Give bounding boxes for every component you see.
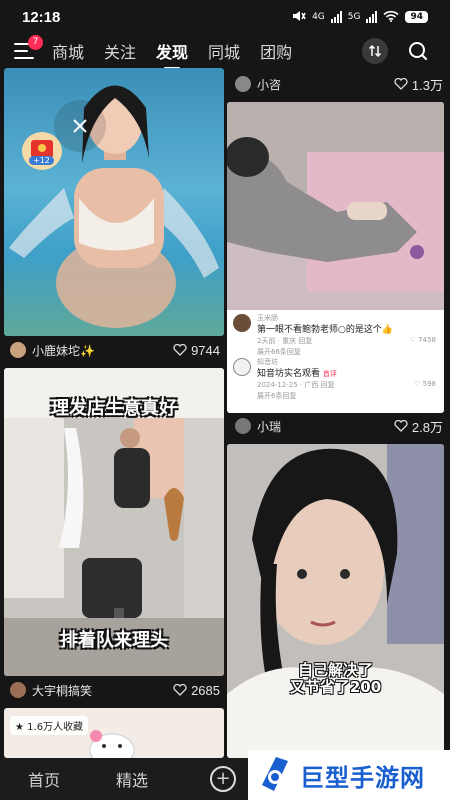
video-card[interactable]: +12 小鹿妹坨✨ 9744 bbox=[4, 68, 224, 366]
author-name[interactable]: 小咨 bbox=[257, 76, 281, 93]
avatar[interactable] bbox=[10, 342, 26, 358]
tab-group-buy[interactable]: 团购 bbox=[260, 39, 292, 63]
like-count[interactable]: 2.8万 bbox=[394, 417, 443, 436]
expand-replies[interactable]: 展开6条回复 bbox=[257, 391, 296, 401]
tab-discover[interactable]: 发现 bbox=[156, 39, 188, 69]
like-count[interactable]: 9744 bbox=[173, 343, 220, 358]
card-meta: 大宇桐搞笑 2685 bbox=[10, 676, 220, 704]
watermark-logo-icon bbox=[262, 757, 288, 791]
signal-icon-2 bbox=[366, 11, 378, 23]
comment-meta: 2024-12-25 · 广西 回复 bbox=[257, 381, 335, 389]
star-icon: ★ bbox=[15, 722, 24, 733]
network-5g-label: 5G bbox=[347, 12, 361, 22]
sort-toggle-icon[interactable] bbox=[362, 38, 388, 64]
video-thumbnail[interactable]: 自己解决了 又节省了200 bbox=[227, 444, 444, 758]
comment-likes[interactable]: ♡ 7458 bbox=[410, 336, 436, 344]
like-count[interactable]: 1.3万 bbox=[394, 75, 443, 94]
video-card[interactable]: 小咨 1.3万 玉米肠 第一眼不看鲍勃老师○的是这个👍 2天前 · 重庆 回复 … bbox=[227, 68, 446, 442]
author-name[interactable]: 小鹿妹坨✨ bbox=[32, 342, 95, 359]
avatar[interactable] bbox=[10, 682, 26, 698]
card-meta: 小鹿妹坨✨ 9744 bbox=[10, 336, 220, 364]
card-meta: 小咨 1.3万 bbox=[235, 70, 443, 98]
tab-following[interactable]: 关注 bbox=[104, 39, 136, 63]
video-card[interactable]: ★ 1.6万人收藏 bbox=[4, 708, 224, 758]
status-time: 12:18 bbox=[22, 8, 61, 26]
video-thumbnail[interactable]: 理发店生意真好 排着队来理头 bbox=[4, 368, 224, 676]
tab-home[interactable]: 首页 bbox=[28, 767, 60, 791]
video-thumbnail[interactable]: ★ 1.6万人收藏 bbox=[4, 708, 224, 758]
video-card[interactable]: 理发店生意真好 排着队来理头 大宇桐搞笑 2685 bbox=[4, 368, 224, 704]
comment-text: 第一眼不看鲍勃老师○的是这个👍 bbox=[257, 325, 394, 335]
mute-icon bbox=[292, 10, 306, 25]
avatar[interactable] bbox=[235, 76, 251, 92]
video-thumbnail[interactable]: 玉米肠 第一眼不看鲍勃老师○的是这个👍 2天前 · 重庆 回复 ♡ 7458 展… bbox=[227, 102, 444, 413]
expand-replies[interactable]: 展开66条回复 bbox=[257, 347, 301, 357]
wifi-icon bbox=[383, 10, 400, 25]
tab-nearby[interactable]: 同城 bbox=[208, 39, 240, 63]
author-name[interactable]: 大宇桐搞笑 bbox=[32, 682, 92, 699]
comment-text: 知音坊实名观看 首评 bbox=[257, 369, 337, 379]
watermark-text: 巨型手游网 bbox=[300, 763, 425, 792]
search-icon[interactable] bbox=[405, 38, 431, 64]
discover-feed[interactable]: +12 小鹿妹坨✨ 9744 小咨 1.3万 玉米肠 第一眼不看鲍勃老师○的是这… bbox=[0, 68, 450, 758]
author-name[interactable]: 小瑞 bbox=[257, 418, 281, 435]
video-thumbnail[interactable]: +12 bbox=[4, 68, 224, 336]
notification-badge: 7 bbox=[28, 35, 43, 50]
tab-featured[interactable]: 精选 bbox=[116, 767, 148, 791]
first-comment-tag: 首评 bbox=[322, 370, 337, 378]
comment-preview: 玉米肠 第一眼不看鲍勃老师○的是这个👍 2天前 · 重庆 回复 ♡ 7458 展… bbox=[227, 310, 444, 413]
like-count-value: 2685 bbox=[191, 682, 220, 698]
avatar bbox=[233, 358, 251, 376]
like-count-value: 9744 bbox=[191, 342, 220, 358]
signal-icon-1 bbox=[330, 11, 342, 23]
tab-mall[interactable]: 商城 bbox=[52, 39, 84, 63]
red-packet-bonus: +12 bbox=[29, 156, 54, 165]
video-card[interactable]: 自己解决了 又节省了200 bbox=[227, 444, 446, 758]
like-count[interactable]: 2685 bbox=[173, 683, 220, 698]
battery-indicator: 94 bbox=[405, 11, 428, 23]
avatar[interactable] bbox=[235, 418, 251, 434]
heart-icon bbox=[394, 78, 408, 90]
comment-likes[interactable]: ♡ 598 bbox=[414, 380, 436, 388]
site-watermark: 巨型手游网 bbox=[248, 750, 450, 800]
app-screen: 12:18 4G 5G 94 7 商城 关注 发现 同城 团购 +12 小鹿妹坨… bbox=[0, 0, 450, 800]
video-overlay-title: 理发店生意真好 bbox=[51, 398, 177, 419]
avatar bbox=[233, 314, 251, 332]
like-count-value: 2.8万 bbox=[411, 419, 443, 435]
video-overlay-caption: 自己解决了 又节省了200 bbox=[289, 661, 382, 696]
card-meta: 小瑞 2.8万 bbox=[235, 412, 443, 440]
video-overlay-caption: 排着队来理头 bbox=[60, 630, 168, 651]
heart-icon bbox=[394, 420, 408, 432]
collect-badge: ★ 1.6万人收藏 bbox=[10, 716, 89, 735]
status-icons: 4G 5G 94 bbox=[292, 10, 428, 25]
top-nav: 7 商城 关注 发现 同城 团购 bbox=[0, 34, 450, 69]
status-bar: 12:18 4G 5G 94 bbox=[0, 0, 450, 34]
menu-button[interactable]: 7 bbox=[14, 35, 43, 60]
comment-meta: 2天前 · 重庆 回复 bbox=[257, 337, 313, 345]
like-count-value: 1.3万 bbox=[411, 77, 443, 93]
heart-icon bbox=[173, 344, 187, 356]
create-button[interactable]: + bbox=[210, 766, 236, 792]
heart-icon bbox=[173, 684, 187, 696]
network-4g-label: 4G bbox=[312, 12, 325, 22]
